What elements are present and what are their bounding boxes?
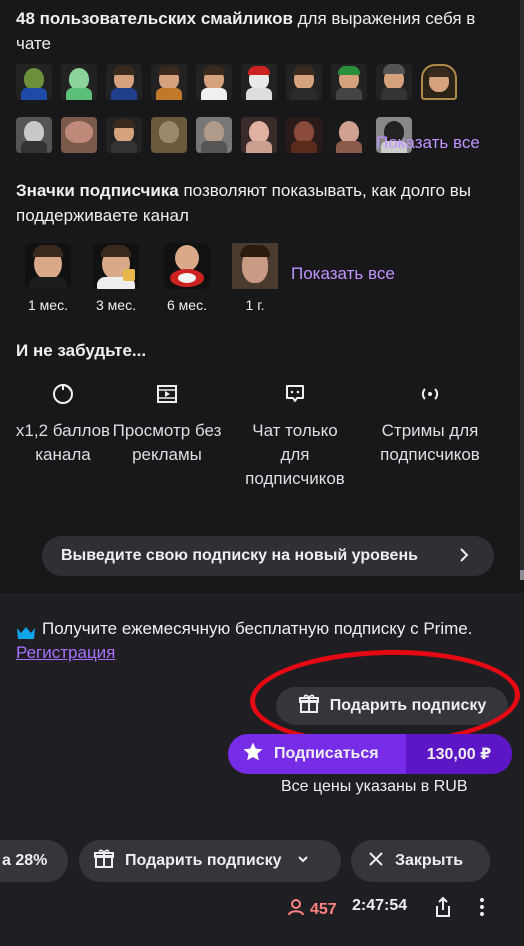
emote-icon[interactable] [331,117,367,153]
more-options-icon[interactable] [476,896,488,923]
perk-label: Просмотр без рекламы [112,421,222,464]
prime-offer-text: Получите ежемесячную бесплатную подписку… [42,619,473,638]
sub-only-streams-icon [371,381,489,407]
upgrade-subscription-label: Выведите свою подписку на новый уровень [61,547,418,564]
close-button[interactable]: Закрыть [351,840,490,882]
subscription-panel: 48 пользовательских смайликов для выраже… [0,0,524,593]
badge-label: 1 г. [245,297,265,313]
badge-6-months[interactable]: 6 мес. [159,243,215,313]
emote-icon[interactable] [241,64,277,100]
emote-row-2 [16,117,412,153]
emote-icon[interactable] [331,64,367,100]
ad-free-icon [108,381,226,407]
channel-points-icon [4,381,122,407]
prime-crown-icon [16,623,36,639]
badge-label: 6 мес. [167,297,207,313]
emote-icon[interactable] [196,117,232,153]
badge-3-months[interactable]: 3 мес. [88,243,144,313]
perk-ad-free: Просмотр без рекламы [108,381,226,467]
subscribe-label: Подписаться [274,745,379,762]
star-icon [242,741,264,768]
perk-label: x1,2 баллов канала [15,421,111,464]
chevron-right-icon [454,545,474,570]
upgrade-subscription-button[interactable]: Выведите свою подписку на новый уровень [42,536,494,576]
scrollbar-thumb[interactable] [520,570,524,580]
emotes-title: 48 пользовательских смайликов [16,9,293,28]
sub-only-chat-icon [236,381,354,407]
badges-description: Значки подписчика позволяют показывать, … [16,178,506,228]
badge-1-month[interactable]: 1 мес. [20,243,76,313]
gift-dropdown-label: Подарить подписку [125,852,282,869]
scrollbar[interactable] [520,0,524,580]
gift-icon [93,848,115,875]
emote-icon[interactable] [106,117,142,153]
chevron-down-icon [296,852,310,871]
badges-title: Значки подписчика [16,181,179,200]
emote-icon[interactable] [421,64,457,100]
perks-title: И не забудьте... [16,341,147,360]
badge-label: 1 мес. [28,297,68,313]
emote-icon[interactable] [241,117,277,153]
price-currency-note: Все цены указаны в RUB [281,778,468,795]
close-icon [367,850,385,873]
perk-channel-points: x1,2 баллов канала [4,381,122,467]
subscribe-price: 130,00 ₽ [406,734,512,774]
perk-sub-only-chat: Чат только для подписчиков [236,381,354,491]
emote-icon[interactable] [61,64,97,100]
close-label: Закрыть [395,852,464,869]
share-icon[interactable] [433,896,453,923]
emotes-show-all-link[interactable]: Показать все [376,133,480,153]
discount-pill[interactable]: а 28% [0,840,68,882]
gift-dropdown-button[interactable]: Подарить подписку [79,840,341,882]
badge-1-year[interactable]: 1 г. [227,243,283,313]
perk-label: Стримы для подписчиков [380,421,480,464]
emote-icon[interactable] [286,64,322,100]
emote-icon[interactable] [16,117,52,153]
emote-icon[interactable] [106,64,142,100]
perk-sub-only-streams: Стримы для подписчиков [371,381,489,467]
badges-show-all-link[interactable]: Показать все [291,264,395,284]
emote-icon[interactable] [151,64,187,100]
emote-icon[interactable] [151,117,187,153]
person-icon [286,897,306,922]
emote-icon[interactable] [376,64,412,100]
emote-row-1 [16,64,457,100]
prime-register-link[interactable]: Регистрация [16,643,115,662]
emote-icon[interactable] [16,64,52,100]
stream-uptime: 2:47:54 [352,897,408,914]
subscribe-button[interactable]: Подписаться 130,00 ₽ [228,734,512,774]
discount-label: а 28% [2,852,48,869]
emote-icon[interactable] [286,117,322,153]
emote-icon[interactable] [196,64,232,100]
emote-icon[interactable] [61,117,97,153]
viewer-count-value: 457 [310,900,337,918]
emotes-description: 48 пользовательских смайликов для выраже… [16,6,506,56]
bottom-action-bar: а 28% Подарить подписку Закрыть [0,840,524,884]
badge-label: 3 мес. [96,297,136,313]
viewer-count: 457 [286,897,337,922]
perk-label: Чат только для подписчиков [245,421,345,488]
